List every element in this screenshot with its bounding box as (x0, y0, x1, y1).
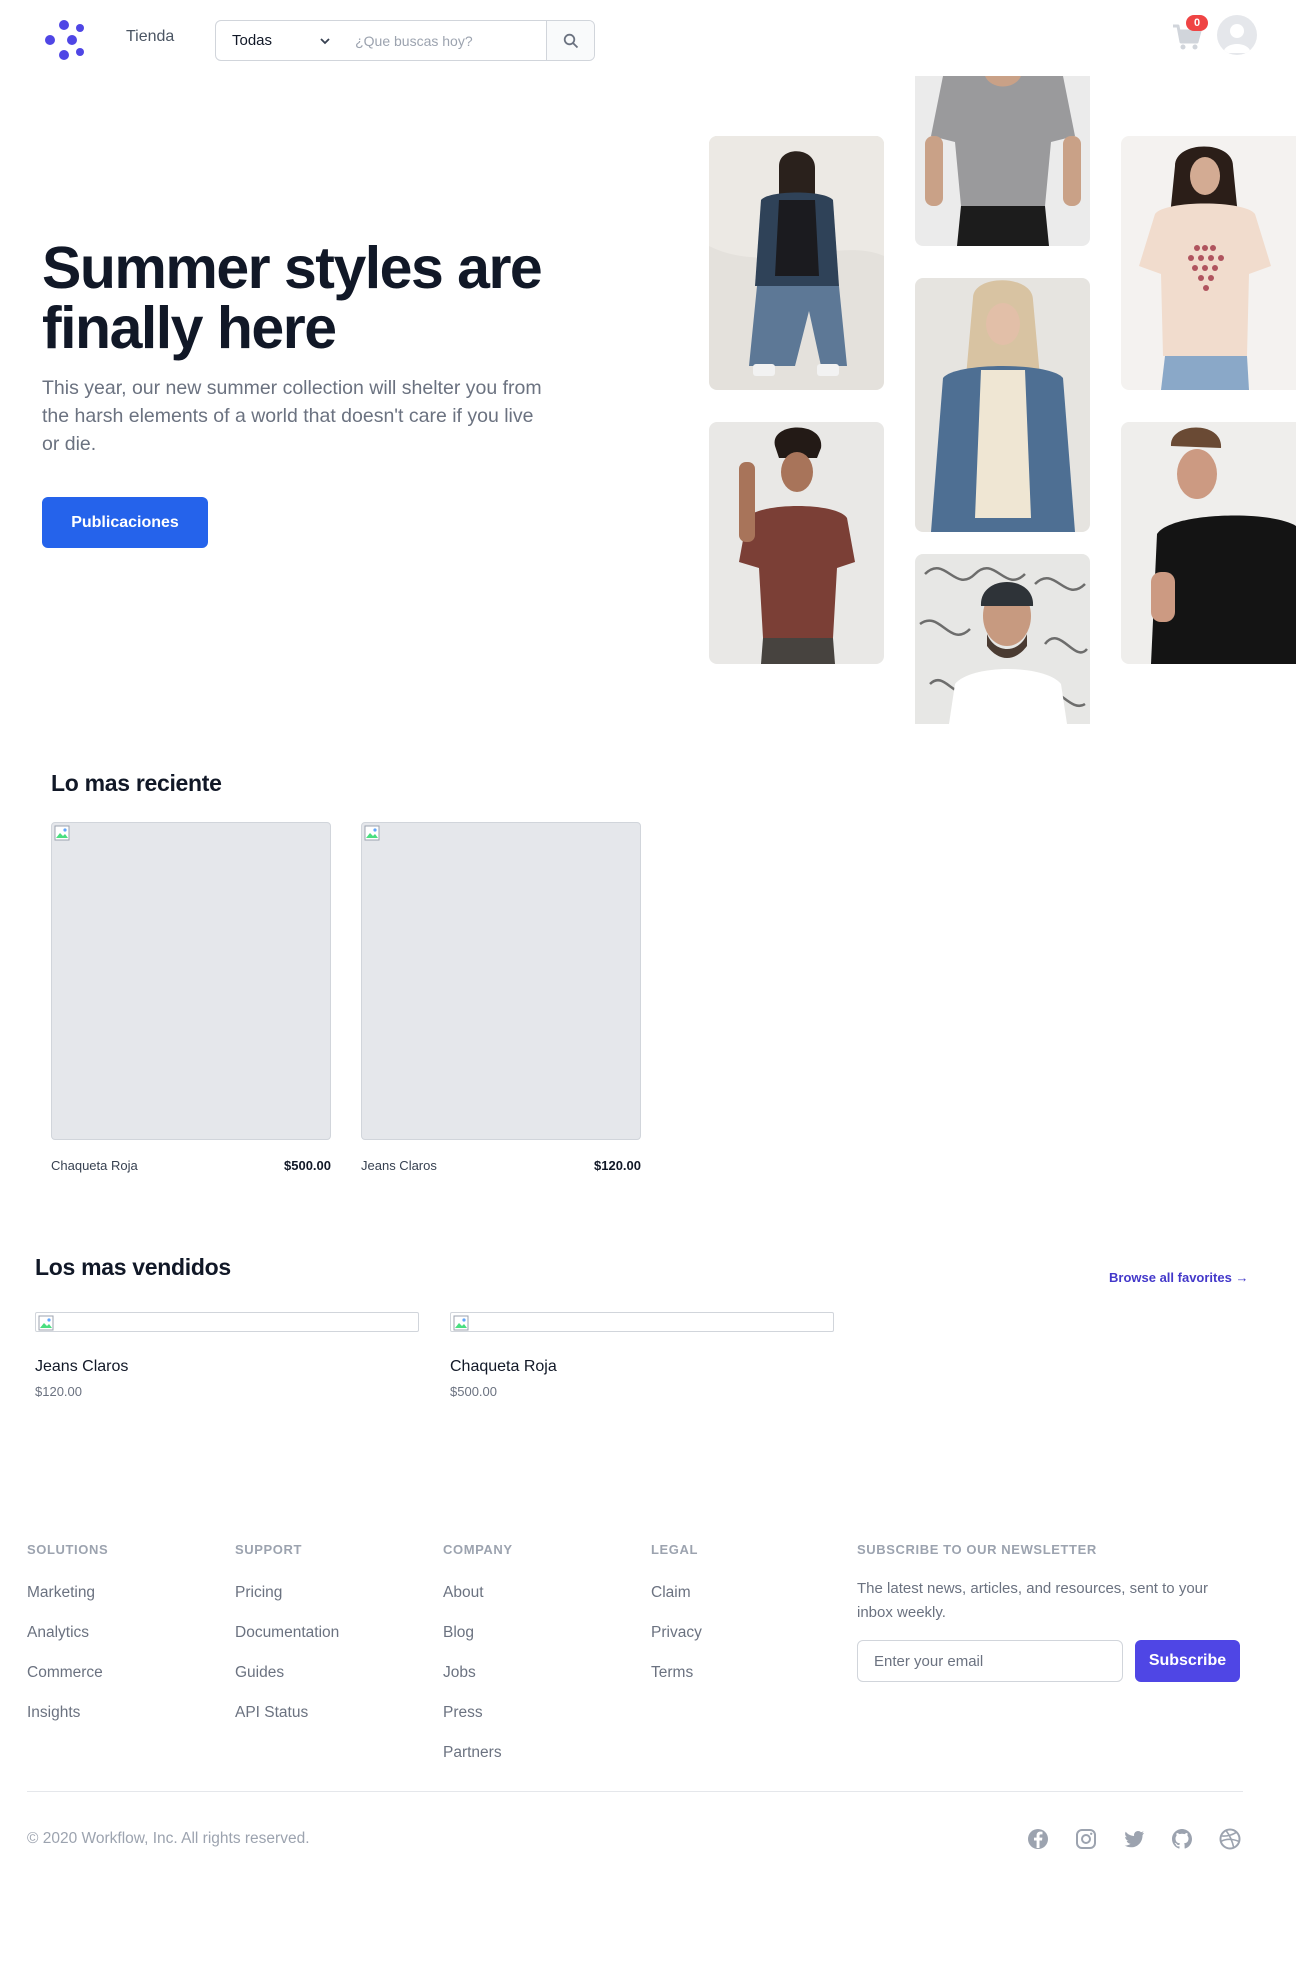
category-select-value: Todas (232, 32, 273, 49)
footer-link[interactable]: Guides (235, 1653, 339, 1693)
footer-link[interactable]: Commerce (27, 1653, 108, 1693)
search-input[interactable] (345, 21, 547, 60)
footer-link[interactable]: API Status (235, 1693, 339, 1733)
hero-photo-grey-tshirt (915, 76, 1090, 246)
hero-photo-blonde-denim-jacket (915, 278, 1090, 532)
product-image (35, 1312, 419, 1332)
footer-heading: SUPPORT (235, 1542, 303, 1557)
footer-newsletter: SUBSCRIBE TO OUR NEWSLETTER The latest n… (857, 1542, 1237, 1625)
nav-link-tienda[interactable]: Tienda (126, 28, 174, 46)
broken-image-icon (38, 1315, 54, 1331)
footer-column-support: SUPPORT Pricing Documentation Guides API… (235, 1542, 339, 1733)
bestseller-product-card[interactable]: Jeans Claros $120.00 (35, 1312, 419, 1399)
footer-heading: LEGAL (651, 1542, 699, 1557)
broken-image-icon (453, 1315, 469, 1331)
footer-link[interactable]: Marketing (27, 1573, 108, 1613)
footer-link[interactable]: Jobs (443, 1653, 513, 1693)
cart-count-badge: 0 (1186, 15, 1208, 31)
product-price: $500.00 (450, 1384, 497, 1399)
broken-image-icon (364, 825, 380, 841)
product-name: Chaqueta Roja (51, 1158, 138, 1173)
footer-link[interactable]: Partners (443, 1733, 513, 1773)
chevron-down-icon (320, 37, 330, 44)
newsletter-email-input[interactable] (857, 1640, 1123, 1682)
footer-link[interactable]: Claim (651, 1573, 702, 1613)
footer-column-legal: LEGAL Claim Privacy Terms (651, 1542, 702, 1693)
recent-product-card[interactable]: Chaqueta Roja $500.00 (51, 822, 331, 1173)
user-icon (1223, 24, 1251, 53)
category-select[interactable]: Todas (216, 21, 345, 60)
broken-image-icon (54, 825, 70, 841)
product-name: Jeans Claros (361, 1158, 437, 1173)
hero-title: Summer styles are finally here (42, 235, 543, 361)
hero-photo-printed-tshirt (1121, 136, 1296, 390)
footer-heading: COMPANY (443, 1542, 513, 1557)
hero-photo-woman-denim-jacket (709, 136, 884, 390)
product-name: Chaqueta Roja (450, 1358, 557, 1375)
brand-logo[interactable] (42, 18, 86, 62)
twitter-icon[interactable] (1122, 1827, 1146, 1851)
footer-link[interactable]: Documentation (235, 1613, 339, 1653)
footer-link[interactable]: About (443, 1573, 513, 1613)
footer-link[interactable]: Privacy (651, 1613, 702, 1653)
footer-divider (27, 1791, 1243, 1792)
product-image (51, 822, 331, 1140)
product-name: Jeans Claros (35, 1358, 129, 1375)
recent-product-card[interactable]: Jeans Claros $120.00 (361, 822, 641, 1173)
footer-link[interactable]: Insights (27, 1693, 108, 1733)
footer-link[interactable]: Pricing (235, 1573, 339, 1613)
product-meta: Chaqueta Roja $500.00 (51, 1158, 331, 1173)
hero-photo-man-black-tshirt (1121, 422, 1296, 664)
instagram-icon[interactable] (1074, 1827, 1098, 1851)
bestseller-product-card[interactable]: Chaqueta Roja $500.00 (450, 1312, 834, 1399)
bestsellers-section-title: Los mas vendidos (35, 1254, 231, 1280)
top-navbar: Tienda Todas 0 (0, 0, 1296, 80)
search-bar: Todas (215, 20, 595, 61)
hero-description: This year, our new summer collection wil… (42, 377, 542, 455)
search-button[interactable] (546, 21, 594, 60)
footer-column-company: COMPANY About Blog Jobs Press Partners (443, 1542, 513, 1773)
newsletter-heading: SUBSCRIBE TO OUR NEWSLETTER (857, 1542, 1097, 1557)
user-avatar[interactable] (1217, 15, 1257, 55)
browse-all-favorites-link[interactable]: Browse all favorites → (1109, 1270, 1248, 1285)
product-image (450, 1312, 834, 1332)
product-meta: Jeans Claros $120.00 (361, 1158, 641, 1173)
publicaciones-button[interactable]: Publicaciones (42, 497, 208, 548)
copyright-text: © 2020 Workflow, Inc. All rights reserve… (27, 1830, 310, 1847)
facebook-icon[interactable] (1026, 1827, 1050, 1851)
product-price: $500.00 (284, 1158, 331, 1173)
product-price: $120.00 (35, 1384, 82, 1399)
product-image (361, 822, 641, 1140)
subscribe-button[interactable]: Subscribe (1135, 1640, 1240, 1682)
footer-heading: SOLUTIONS (27, 1542, 109, 1557)
hero-photo-man-brown-tshirt (709, 422, 884, 664)
newsletter-description: The latest news, articles, and resources… (857, 1580, 1208, 1621)
recent-section-title: Lo mas reciente (51, 770, 222, 796)
footer-link[interactable]: Press (443, 1693, 513, 1733)
footer-link[interactable]: Analytics (27, 1613, 108, 1653)
footer-column-solutions: SOLUTIONS Marketing Analytics Commerce I… (27, 1542, 108, 1733)
footer-link[interactable]: Terms (651, 1653, 702, 1693)
hero-photo-man-beanie (915, 554, 1090, 724)
footer-link[interactable]: Blog (443, 1613, 513, 1653)
github-icon[interactable] (1170, 1827, 1194, 1851)
dribbble-icon[interactable] (1218, 1827, 1242, 1851)
product-price: $120.00 (594, 1158, 641, 1173)
search-icon (563, 33, 578, 48)
